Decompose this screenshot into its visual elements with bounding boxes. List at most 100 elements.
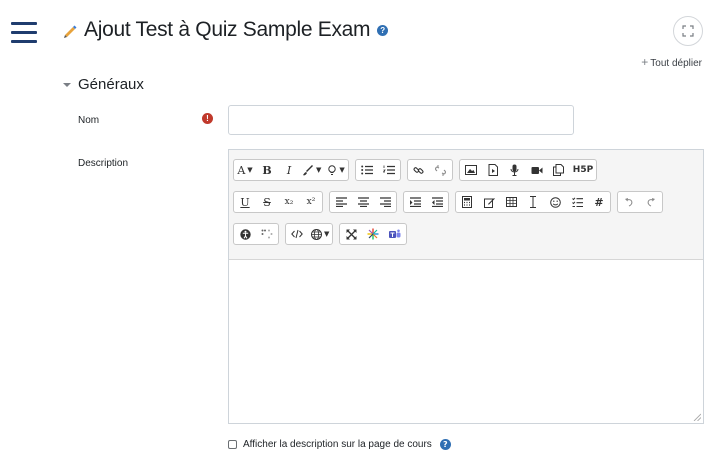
special-characters-button[interactable]: # xyxy=(588,192,610,212)
toolbar-group: H5P xyxy=(458,159,598,181)
show-description-option: Afficher la description sur la page de c… xyxy=(228,439,451,450)
link-button[interactable] xyxy=(408,160,430,180)
resize-grip-icon[interactable] xyxy=(693,413,701,421)
emoticon-button[interactable] xyxy=(544,192,566,212)
numbered-list-icon xyxy=(382,165,395,175)
align-center-button[interactable] xyxy=(352,192,374,212)
toolbar-group xyxy=(329,191,397,213)
align-left-icon xyxy=(335,197,347,207)
align-left-button[interactable] xyxy=(330,192,352,212)
expand-all-label: Tout déplier xyxy=(650,58,702,69)
h5p-button[interactable]: H5P xyxy=(570,160,596,180)
section-toggle-general[interactable]: Généraux xyxy=(62,76,144,93)
record-audio-button[interactable] xyxy=(504,160,526,180)
show-description-label: Afficher la description sur la page de c… xyxy=(243,439,432,450)
font-style-glyph: A xyxy=(237,163,246,177)
name-input[interactable] xyxy=(228,105,574,135)
file-media-icon xyxy=(488,164,498,176)
superscript-button[interactable]: x² xyxy=(300,192,322,212)
image-button[interactable] xyxy=(460,160,482,180)
bold-button[interactable]: B xyxy=(256,160,278,180)
strikethrough-button[interactable]: S xyxy=(256,192,278,212)
caret-down-icon: ▼ xyxy=(324,230,330,238)
name-label: Nom xyxy=(78,115,100,126)
nav-drawer-toggle-icon[interactable] xyxy=(11,22,37,44)
toolbar-group: ▼ xyxy=(285,223,334,245)
redo-button[interactable] xyxy=(640,192,662,212)
table-button[interactable] xyxy=(500,192,522,212)
checklist-button[interactable] xyxy=(566,192,588,212)
description-textarea[interactable] xyxy=(229,260,703,424)
description-editor: A ▼ B I ▼ ▼ H5P U S x₂ x² # ▼ xyxy=(228,149,704,424)
language-button[interactable]: ▼ xyxy=(308,224,332,244)
toolbar-row: A ▼ B I ▼ ▼ H5P xyxy=(233,155,703,185)
text-color-button[interactable]: ▼ xyxy=(300,160,324,180)
video-camera-icon xyxy=(531,166,543,174)
fullscreen-icon xyxy=(682,25,694,37)
lightbulb-icon xyxy=(328,164,337,175)
code-icon xyxy=(291,229,303,239)
underline-button[interactable]: U xyxy=(234,192,256,212)
unordered-list-button[interactable] xyxy=(356,160,378,180)
pinwheel-icon xyxy=(367,228,379,240)
subscript-button[interactable]: x₂ xyxy=(278,192,300,212)
accessibility-icon xyxy=(239,228,251,240)
accessibility-checker-button[interactable] xyxy=(234,224,256,244)
toolbar-group xyxy=(339,223,408,245)
calculator-icon xyxy=(462,196,472,208)
description-label: Description xyxy=(78,158,129,169)
media-button[interactable] xyxy=(482,160,504,180)
chevron-down-icon xyxy=(63,82,71,87)
align-right-icon xyxy=(379,197,391,207)
plus-icon: + xyxy=(641,55,649,69)
unlink-button[interactable] xyxy=(430,160,452,180)
microphone-icon xyxy=(510,164,519,176)
outdent-button[interactable] xyxy=(426,192,448,212)
screenreader-helper-button[interactable] xyxy=(256,224,278,244)
manage-files-button[interactable] xyxy=(548,160,570,180)
clear-formatting-button[interactable] xyxy=(522,192,544,212)
html-source-button[interactable] xyxy=(286,224,308,244)
globe-icon xyxy=(311,228,322,240)
indent-button[interactable] xyxy=(404,192,426,212)
edit-button[interactable] xyxy=(478,192,500,212)
teams-meeting-button[interactable] xyxy=(384,224,406,244)
record-video-button[interactable] xyxy=(526,160,548,180)
italic-button[interactable]: I xyxy=(278,160,300,180)
font-style-button[interactable]: A ▼ xyxy=(234,160,256,180)
paintbrush-icon xyxy=(303,164,313,175)
help-icon[interactable]: ? xyxy=(439,439,451,450)
smiley-icon xyxy=(549,196,561,208)
link-icon xyxy=(413,166,424,174)
page-header: Ajout Test à Quiz Sample Exam ? xyxy=(62,18,389,42)
indent-icon xyxy=(409,197,421,207)
quiz-icon xyxy=(64,25,77,38)
equation-button[interactable] xyxy=(456,192,478,212)
undo-button[interactable] xyxy=(618,192,640,212)
toolbar-group: A ▼ B I ▼ ▼ xyxy=(233,159,349,181)
teams-icon xyxy=(389,229,401,238)
background-color-button[interactable]: ▼ xyxy=(324,160,347,180)
align-right-button[interactable] xyxy=(374,192,396,212)
expand-all-link[interactable]: + Tout déplier xyxy=(641,55,702,69)
expand-arrows-icon xyxy=(346,229,357,239)
help-icon[interactable]: ? xyxy=(377,24,389,36)
redo-icon xyxy=(647,198,655,207)
caret-down-icon: ▼ xyxy=(247,166,253,174)
files-icon xyxy=(553,164,565,176)
google-drive-button[interactable] xyxy=(362,224,384,244)
ordered-list-button[interactable] xyxy=(378,160,400,180)
fullscreen-toggle-button[interactable] xyxy=(673,16,703,46)
toolbar-row: ▼ xyxy=(233,219,703,249)
required-icon: ! xyxy=(202,113,213,124)
align-center-icon xyxy=(357,197,369,207)
toolbar-group xyxy=(233,223,279,245)
show-description-checkbox[interactable] xyxy=(228,440,237,449)
toolbar-group xyxy=(406,159,453,181)
toolbar-group: # xyxy=(455,191,611,213)
text-cursor-icon xyxy=(530,196,536,208)
caret-down-icon: ▼ xyxy=(339,166,345,174)
fullscreen-editor-button[interactable] xyxy=(340,224,362,244)
caret-down-icon: ▼ xyxy=(316,166,322,174)
page-title: Ajout Test à Quiz Sample Exam xyxy=(84,18,371,41)
